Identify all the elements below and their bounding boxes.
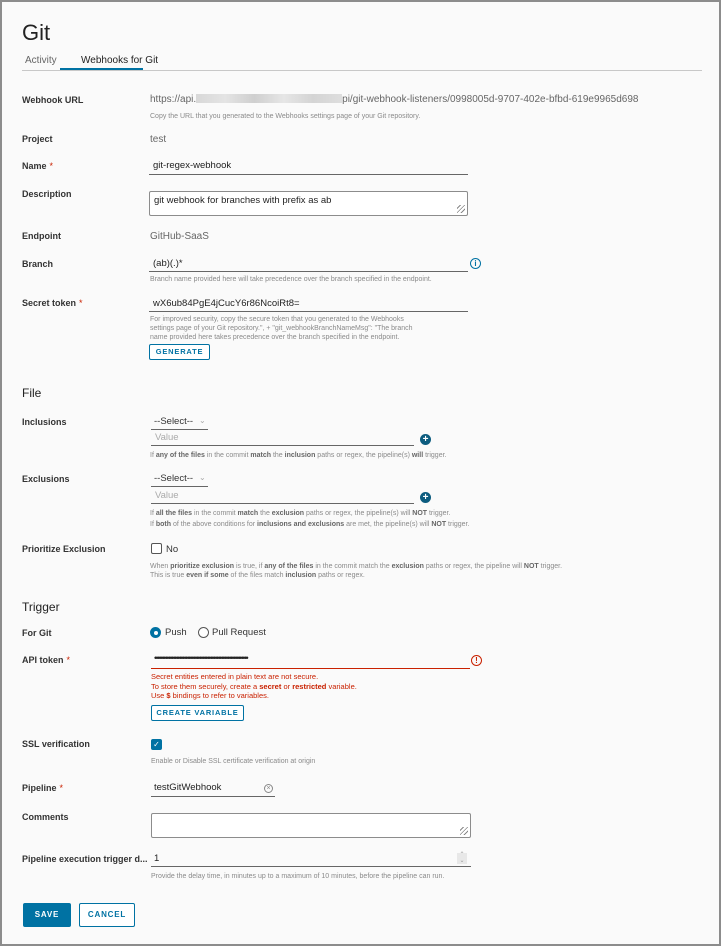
project-label: Project — [22, 134, 53, 144]
secret-token-input[interactable]: wX6ub84PgE4jCucY6r86NcoiRt8= — [149, 296, 468, 312]
branch-help: Branch name provided here will take prec… — [150, 276, 432, 283]
tab-activity[interactable]: Activity — [25, 55, 57, 66]
clear-icon[interactable]: × — [264, 784, 273, 793]
webhook-url-value: https://api. pi/git-webhook-listeners/099… — [150, 94, 639, 105]
exclusions-help-1: If all the files in the commit match the… — [150, 510, 451, 517]
ssl-verification-help: Enable or Disable SSL certificate verifi… — [151, 758, 316, 765]
file-section-title: File — [22, 386, 42, 400]
inclusions-help: If any of the files in the commit match … — [150, 452, 447, 459]
endpoint-label: Endpoint — [22, 231, 61, 241]
delay-help: Provide the delay time, in minutes up to… — [151, 873, 445, 880]
push-radio-label[interactable]: Push — [165, 627, 187, 638]
ssl-verification-label: SSL verification — [22, 739, 90, 749]
delay-label: Pipeline execution trigger d... — [22, 854, 148, 864]
trigger-section-title: Trigger — [22, 600, 60, 614]
description-textarea[interactable]: git webhook for branches with prefix as … — [149, 191, 468, 216]
api-token-label: API token * — [22, 655, 71, 665]
error-icon: ! — [471, 655, 482, 666]
comments-textarea[interactable] — [151, 813, 471, 838]
page-title: Git — [22, 20, 51, 45]
description-label: Description — [22, 189, 72, 199]
inclusions-select[interactable]: --Select-- ⌄ — [151, 415, 208, 430]
secret-token-label: Secret token * — [22, 298, 83, 308]
inclusions-value-input[interactable]: Value — [151, 432, 414, 446]
pipeline-label: Pipeline * — [22, 783, 64, 793]
endpoint-value: GitHub-SaaS — [150, 231, 209, 242]
api-token-error: Secret entities entered in plain text ar… — [151, 672, 357, 700]
prioritize-exclusion-label: Prioritize Exclusion — [22, 544, 106, 554]
save-button[interactable]: SAVE — [23, 903, 71, 927]
add-exclusion-icon[interactable]: + — [420, 492, 431, 503]
branch-input[interactable]: (ab)(.)* — [149, 257, 468, 272]
comments-label: Comments — [22, 812, 69, 822]
chevron-down-icon: ⌄ — [199, 416, 206, 425]
prioritize-exclusion-checkbox[interactable] — [151, 543, 162, 554]
cancel-button[interactable]: CANCEL — [79, 903, 135, 927]
delay-input[interactable]: 1 ⌃ ⌄ — [151, 852, 471, 867]
exclusions-label: Exclusions — [22, 474, 70, 484]
for-git-label: For Git — [22, 628, 52, 638]
prioritize-exclusion-help: When prioritize exclusion is true, if an… — [150, 563, 563, 579]
project-value: test — [150, 134, 167, 145]
exclusions-help-2: If both of the above conditions for incl… — [150, 521, 470, 528]
api-token-input[interactable]: ••••••••••••••••••••••••••••••••••••••••… — [151, 653, 470, 669]
name-input[interactable]: git-regex-webhook — [149, 159, 468, 175]
exclusions-select[interactable]: --Select-- ⌄ — [151, 472, 208, 487]
chevron-down-icon: ⌄ — [199, 473, 206, 482]
active-tab-indicator — [60, 68, 143, 70]
webhook-url-help: Copy the URL that you generated to the W… — [150, 113, 421, 120]
inclusions-label: Inclusions — [22, 417, 67, 427]
pipeline-input[interactable]: testGitWebhook — [151, 781, 275, 797]
resize-handle-icon[interactable] — [457, 205, 465, 213]
ssl-verification-checkbox[interactable]: ✓ — [151, 739, 162, 750]
branch-label: Branch — [22, 259, 54, 269]
prioritize-exclusion-checkbox-label[interactable]: No — [166, 544, 178, 555]
pull-request-radio-label[interactable]: Pull Request — [212, 627, 266, 638]
info-icon[interactable]: i — [470, 258, 481, 269]
number-spinner-icon[interactable]: ⌃ ⌄ — [457, 852, 467, 864]
pull-request-radio[interactable] — [198, 627, 209, 638]
create-variable-button[interactable]: CREATE VARIABLE — [151, 705, 244, 721]
webhook-url-label: Webhook URL — [22, 95, 84, 105]
generate-button[interactable]: GENERATE — [149, 344, 210, 360]
push-radio[interactable] — [150, 627, 161, 638]
name-label: Name * — [22, 161, 54, 171]
tab-webhooks-for-git[interactable]: Webhooks for Git — [81, 55, 158, 66]
add-inclusion-icon[interactable]: + — [420, 434, 431, 445]
redacted-host — [196, 94, 343, 103]
exclusions-value-input[interactable]: Value — [151, 490, 414, 504]
resize-handle-icon[interactable] — [460, 827, 468, 835]
secret-token-help: For improved security, copy the secure t… — [150, 316, 413, 341]
